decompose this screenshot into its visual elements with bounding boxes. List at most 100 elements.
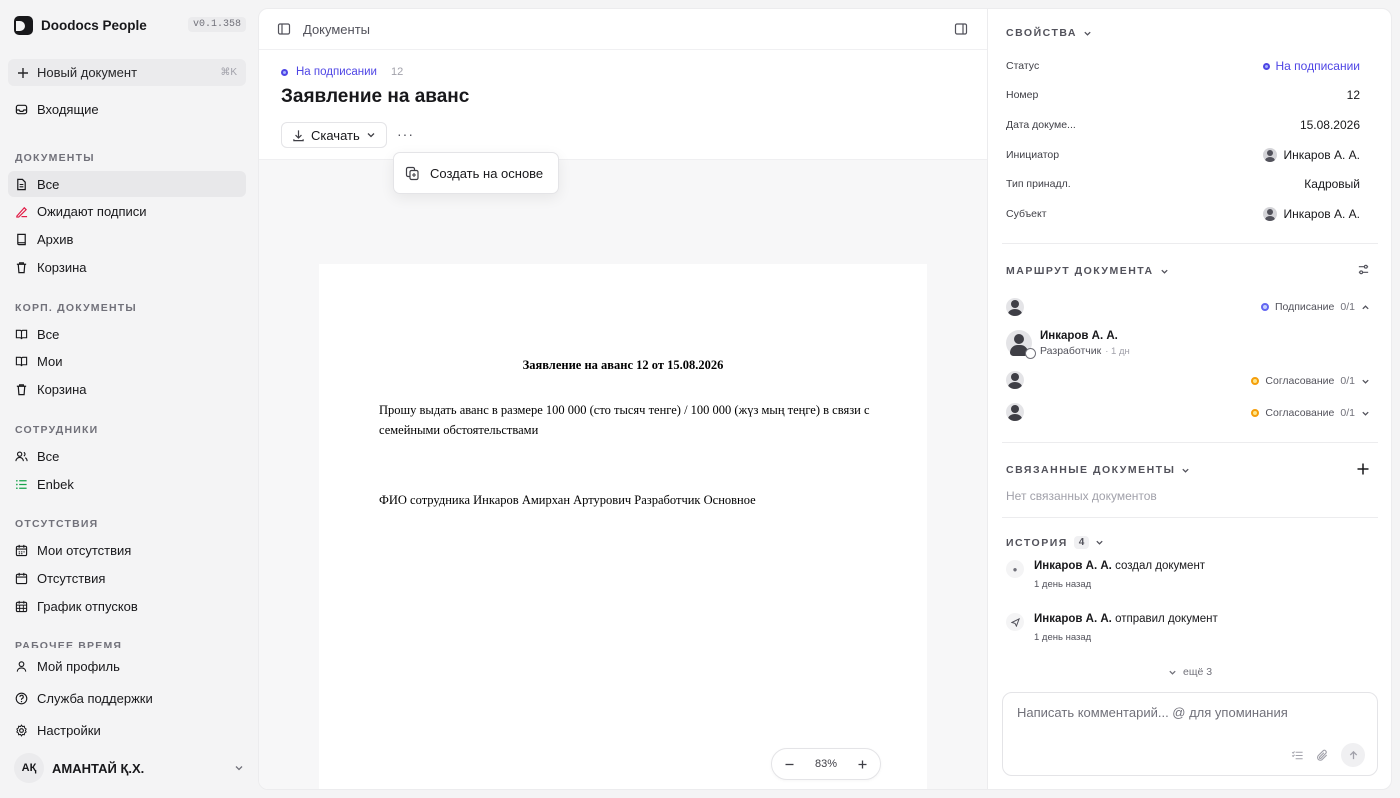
section-corp-documents: КОРП. ДОКУМЕНТЫ: [15, 302, 137, 314]
zoom-in-icon[interactable]: [857, 759, 868, 770]
avatar: [1006, 298, 1024, 316]
history-action: отправил документ: [1115, 613, 1218, 625]
route-step-label: Согласование: [1265, 407, 1335, 419]
route-step-signing[interactable]: Подписание 0/1: [1260, 301, 1370, 313]
more-actions-button[interactable]: ···: [397, 126, 414, 142]
breadcrumb[interactable]: Документы: [303, 22, 370, 37]
paper-title: Заявление на аванс 12 от 15.08.2026: [522, 358, 724, 372]
avatar: [1263, 148, 1278, 162]
history-time: 1 день назад: [1034, 579, 1092, 590]
sidebar-toggle-icon[interactable]: [277, 22, 291, 36]
route-settings-icon[interactable]: [1357, 263, 1370, 276]
status-badge: На подписании: [296, 66, 377, 78]
page-title: Заявление на аванс: [281, 86, 470, 107]
zoom-out-icon[interactable]: [784, 759, 795, 770]
property-value: 15.08.2026: [1299, 118, 1360, 132]
brand[interactable]: Doodocs People: [14, 16, 147, 35]
status-dot-icon: [1262, 62, 1270, 70]
context-menu: Создать на основе: [393, 152, 559, 194]
menu-item-create-based-on[interactable]: Создать на основе: [430, 166, 543, 181]
properties-section-toggle[interactable]: СВОЙСТВА: [1006, 27, 1092, 39]
send-comment-button[interactable]: [1341, 743, 1365, 767]
arrow-up-icon: [1349, 750, 1357, 759]
sidebar-item-inbox[interactable]: Входящие: [8, 96, 246, 122]
sidebar-item-vacation-schedule[interactable]: График отпусков: [8, 593, 246, 619]
sidebar-item-pending-signature[interactable]: Ожидают подписи: [8, 198, 246, 224]
paper-signature-line: ФИО сотрудника Инкаров Амирхан Артурович…: [379, 493, 756, 507]
open-book-icon: [15, 329, 28, 339]
document-header: На подписании 12 Заявление на аванс: [281, 66, 469, 108]
linked-section-toggle[interactable]: СВЯЗАННЫЕ ДОКУМЕНТЫ: [1006, 464, 1190, 476]
section-title: ИСТОРИЯ: [1006, 536, 1068, 549]
main-panel: Документы На подписании 12 Заявление на …: [258, 8, 1392, 790]
history-count-badge: 4: [1073, 536, 1090, 549]
route-step-approval[interactable]: Согласование 0/1: [1251, 407, 1370, 419]
topbar: Документы: [259, 9, 987, 50]
sidebar-item-settings[interactable]: Настройки: [8, 717, 246, 743]
history-show-more-button[interactable]: ещё 3: [1168, 666, 1212, 678]
status-dot-icon: [1260, 303, 1269, 311]
sidebar-item-docs-all[interactable]: Все: [8, 171, 246, 197]
property-number: Номер 12: [1006, 88, 1360, 102]
sidebar-item-label: Отсутствия: [37, 570, 106, 586]
sidebar: Doodocs People v0.1.358 Новый документ ⌘…: [0, 0, 258, 798]
sidebar-item-trash[interactable]: Корзина: [8, 254, 246, 280]
linked-empty-text: Нет связанных документов: [1006, 489, 1157, 503]
history-time: 1 день назад: [1034, 632, 1092, 643]
sidebar-item-corp-trash[interactable]: Корзина: [8, 376, 246, 402]
status-dot-icon: [1251, 409, 1260, 417]
history-section-toggle[interactable]: ИСТОРИЯ 4: [1006, 536, 1104, 549]
avatar: [1263, 207, 1278, 221]
comment-input[interactable]: Написать комментарий... @ для упоминания: [1002, 692, 1378, 776]
gear-icon: [16, 723, 27, 737]
avatar: [1006, 330, 1036, 359]
doodocs-logo-icon: [14, 16, 33, 35]
document-viewer[interactable]: Заявление на аванс 12 от 15.08.2026 Прош…: [259, 159, 987, 789]
sidebar-item-absences[interactable]: Отсутствия: [8, 565, 246, 591]
route-step-count: 0/1: [1340, 375, 1355, 387]
paper-body: Прошу выдать аванс в размере 100 000 (ст…: [379, 403, 870, 437]
document-icon: [17, 178, 26, 190]
section-staff: СОТРУДНИКИ: [15, 424, 99, 436]
calendar-grid-icon: [15, 600, 28, 612]
route-section-toggle[interactable]: МАРШРУТ ДОКУМЕНТА: [1006, 265, 1169, 277]
chevron-up-icon: [1362, 304, 1369, 309]
property-status: Статус На подписании: [1006, 59, 1360, 73]
add-linked-document-button[interactable]: [1356, 462, 1370, 476]
route-step-count: 0/1: [1340, 407, 1355, 419]
sidebar-item-label: Ожидают подписи: [37, 203, 147, 219]
new-document-button[interactable]: Новый документ ⌘K: [8, 59, 246, 86]
chevron-down-icon: [367, 133, 375, 138]
download-button[interactable]: Скачать: [281, 122, 387, 148]
sidebar-item-corp-all[interactable]: Все: [8, 321, 246, 347]
comment-placeholder: Написать комментарий... @ для упоминания: [1017, 705, 1288, 720]
chevron-down-icon: [1169, 670, 1176, 675]
user-menu[interactable]: АҚ АМАНТАЙ Қ.Х.: [14, 753, 244, 783]
checklist-icon[interactable]: [1291, 749, 1304, 762]
paperclip-icon[interactable]: [1316, 749, 1329, 762]
calendar-icon: [15, 572, 28, 584]
zoom-control: 83%: [771, 748, 881, 780]
history-item: ● Инкаров А. А. создал документ 1 день н…: [1006, 560, 1205, 590]
sidebar-item-support[interactable]: Служба поддержки: [8, 685, 246, 711]
status-dot-icon: [1251, 377, 1260, 385]
sidebar-item-label: График отпусков: [37, 598, 138, 614]
right-panel-toggle-icon[interactable]: [954, 22, 968, 36]
avatar: [1006, 371, 1024, 389]
sidebar-item-corp-mine[interactable]: Мои: [8, 348, 246, 374]
property-date: Дата докуме... 15.08.2026: [1006, 118, 1360, 132]
signer-name: Инкаров А. А.: [1040, 330, 1118, 342]
sidebar-item-enbek[interactable]: Enbek: [8, 471, 246, 497]
trash-icon: [16, 261, 27, 273]
sidebar-item-archive[interactable]: Архив: [8, 226, 246, 252]
download-label: Скачать: [311, 127, 360, 143]
section-title: СВЯЗАННЫЕ ДОКУМЕНТЫ: [1006, 464, 1176, 476]
route-step-approval[interactable]: Согласование 0/1: [1251, 375, 1370, 387]
sidebar-item-staff-all[interactable]: Все: [8, 443, 246, 469]
section-title: МАРШРУТ ДОКУМЕНТА: [1006, 265, 1154, 277]
property-ownership-type: Тип принадл. Кадровый: [1006, 177, 1360, 191]
sidebar-item-label: Входящие: [37, 101, 99, 117]
avatar: АҚ: [14, 753, 44, 783]
sidebar-item-profile[interactable]: Мой профиль: [8, 653, 246, 679]
sidebar-item-my-absences[interactable]: Мои отсутствия: [8, 537, 246, 563]
